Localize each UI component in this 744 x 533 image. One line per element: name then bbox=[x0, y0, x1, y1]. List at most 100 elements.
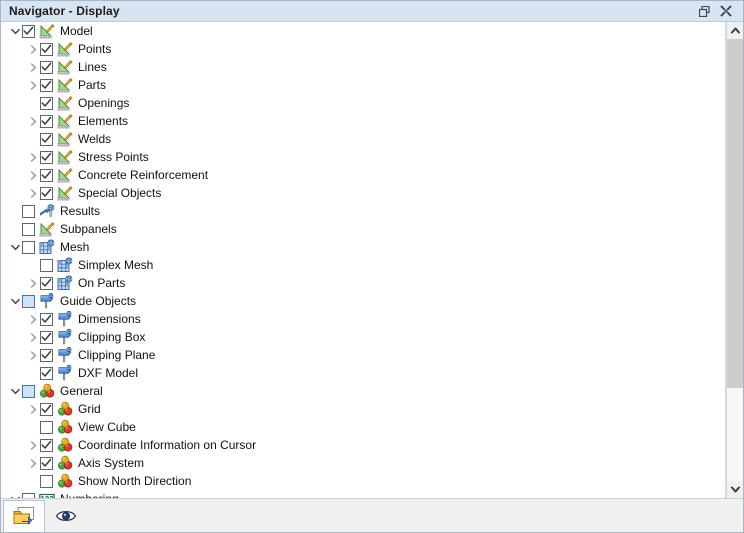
twisty-placeholder bbox=[27, 418, 40, 436]
checkbox-unchecked[interactable] bbox=[22, 222, 35, 236]
tree-row-label: Lines bbox=[78, 60, 107, 74]
tree-row[interactable]: Points bbox=[1, 40, 725, 58]
tree-row-label: Show North Direction bbox=[78, 474, 192, 488]
checkbox-checked[interactable] bbox=[22, 24, 35, 38]
checkbox-checked[interactable] bbox=[40, 150, 53, 164]
checkbox-partial[interactable] bbox=[22, 384, 35, 398]
model-icon bbox=[39, 221, 55, 237]
chevron-up-icon bbox=[730, 27, 740, 34]
tree-row[interactable]: Elements bbox=[1, 112, 725, 130]
checkbox-checked[interactable] bbox=[40, 402, 53, 416]
checkbox-checked[interactable] bbox=[40, 78, 53, 92]
tree-row[interactable]: Model bbox=[1, 22, 725, 40]
twisty-placeholder bbox=[27, 472, 40, 490]
twisty-collapsed-icon[interactable] bbox=[27, 112, 40, 130]
tree-row[interactable]: Guide Objects bbox=[1, 292, 725, 310]
tree-row[interactable]: View Cube bbox=[1, 418, 725, 436]
checkbox-checked[interactable] bbox=[40, 42, 53, 56]
twisty-collapsed-icon[interactable] bbox=[27, 400, 40, 418]
tree-row[interactable]: Special Objects bbox=[1, 184, 725, 202]
checkbox-checked[interactable] bbox=[40, 276, 53, 290]
checkbox-unchecked[interactable] bbox=[40, 474, 53, 488]
tree-row[interactable]: Parts bbox=[1, 76, 725, 94]
checkbox-unchecked[interactable] bbox=[40, 420, 53, 434]
scroll-track[interactable] bbox=[727, 39, 743, 481]
twisty-collapsed-icon[interactable] bbox=[27, 148, 40, 166]
tree-row[interactable]: Stress Points bbox=[1, 148, 725, 166]
tree-row-label: On Parts bbox=[78, 276, 126, 290]
checkbox-unchecked[interactable] bbox=[22, 240, 35, 254]
checkbox-checked[interactable] bbox=[40, 438, 53, 452]
twisty-collapsed-icon[interactable] bbox=[27, 184, 40, 202]
tree-row[interactable]: Coordinate Information on Cursor bbox=[1, 436, 725, 454]
scroll-up-button[interactable] bbox=[727, 22, 743, 39]
model-icon bbox=[57, 95, 73, 111]
twisty-collapsed-icon[interactable] bbox=[27, 346, 40, 364]
close-button[interactable] bbox=[715, 2, 737, 21]
twisty-collapsed-icon[interactable] bbox=[27, 310, 40, 328]
model-icon bbox=[57, 41, 73, 57]
checkbox-checked[interactable] bbox=[40, 132, 53, 146]
twisty-collapsed-icon[interactable] bbox=[27, 76, 40, 94]
checkbox-unchecked[interactable] bbox=[22, 204, 35, 218]
checkbox-checked[interactable] bbox=[40, 348, 53, 362]
vertical-scrollbar[interactable] bbox=[726, 22, 743, 498]
navigator-window: Navigator - Display Model Points Lines Part… bbox=[0, 0, 744, 533]
checkbox-checked[interactable] bbox=[40, 366, 53, 380]
tab-project-navigator[interactable] bbox=[3, 500, 45, 532]
tree-row[interactable]: Concrete Reinforcement bbox=[1, 166, 725, 184]
checkbox-checked[interactable] bbox=[40, 186, 53, 200]
scroll-down-button[interactable] bbox=[727, 481, 743, 498]
twisty-collapsed-icon[interactable] bbox=[27, 328, 40, 346]
twisty-expanded-icon[interactable] bbox=[9, 22, 22, 40]
checkbox-checked[interactable] bbox=[40, 96, 53, 110]
tree-row[interactable]: Dimensions bbox=[1, 310, 725, 328]
tree-row[interactable]: Grid bbox=[1, 400, 725, 418]
twisty-expanded-icon[interactable] bbox=[9, 292, 22, 310]
model-icon bbox=[39, 23, 55, 39]
general-icon bbox=[57, 419, 73, 435]
checkbox-unchecked[interactable] bbox=[40, 258, 53, 272]
checkbox-checked[interactable] bbox=[40, 330, 53, 344]
tree-row[interactable]: Clipping Box bbox=[1, 328, 725, 346]
model-icon bbox=[57, 149, 73, 165]
twisty-collapsed-icon[interactable] bbox=[27, 436, 40, 454]
checkbox-partial[interactable] bbox=[22, 294, 35, 308]
tree-row[interactable]: Axis System bbox=[1, 454, 725, 472]
checkbox-checked[interactable] bbox=[40, 168, 53, 182]
display-tree[interactable]: Model Points Lines Parts Openings Elements Wel… bbox=[1, 22, 726, 498]
tree-row[interactable]: Show North Direction bbox=[1, 472, 725, 490]
scroll-thumb[interactable] bbox=[727, 39, 743, 389]
tree-row[interactable]: Simplex Mesh bbox=[1, 256, 725, 274]
tree-row[interactable]: Subpanels bbox=[1, 220, 725, 238]
checkbox-unchecked[interactable] bbox=[22, 492, 35, 498]
tree-row[interactable]: DXF Model bbox=[1, 364, 725, 382]
twisty-expanded-icon[interactable] bbox=[9, 238, 22, 256]
tree-row[interactable]: Openings bbox=[1, 94, 725, 112]
tree-row[interactable]: Lines bbox=[1, 58, 725, 76]
tree-row[interactable]: Clipping Plane bbox=[1, 346, 725, 364]
checkbox-checked[interactable] bbox=[40, 114, 53, 128]
tree-row[interactable]: Mesh bbox=[1, 238, 725, 256]
twisty-expanded-icon[interactable] bbox=[9, 382, 22, 400]
checkbox-checked[interactable] bbox=[40, 456, 53, 470]
twisty-expanded-icon[interactable] bbox=[9, 490, 22, 498]
tree-row-label: Dimensions bbox=[78, 312, 141, 326]
tree-row[interactable]: On Parts bbox=[1, 274, 725, 292]
twisty-collapsed-icon[interactable] bbox=[27, 40, 40, 58]
twisty-placeholder bbox=[27, 256, 40, 274]
checkbox-checked[interactable] bbox=[40, 312, 53, 326]
tree-row[interactable]: General bbox=[1, 382, 725, 400]
restore-button[interactable] bbox=[693, 2, 715, 21]
tree-row[interactable]: Welds bbox=[1, 130, 725, 148]
twisty-collapsed-icon[interactable] bbox=[27, 58, 40, 76]
twisty-collapsed-icon[interactable] bbox=[27, 454, 40, 472]
general-icon bbox=[57, 473, 73, 489]
twisty-collapsed-icon[interactable] bbox=[27, 166, 40, 184]
tree-row[interactable]: 123 Numbering bbox=[1, 490, 725, 498]
checkbox-checked[interactable] bbox=[40, 60, 53, 74]
tab-display-navigator[interactable] bbox=[45, 500, 87, 532]
twisty-collapsed-icon[interactable] bbox=[27, 274, 40, 292]
tree-row-label: Welds bbox=[78, 132, 112, 146]
tree-row[interactable]: Results bbox=[1, 202, 725, 220]
